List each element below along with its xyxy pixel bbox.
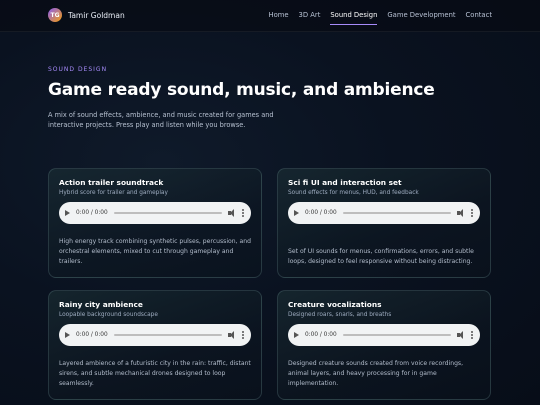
more-options-icon[interactable] <box>471 331 474 339</box>
play-icon[interactable] <box>65 210 70 216</box>
card-title: Action trailer soundtrack <box>59 178 164 187</box>
nav-game-development[interactable]: Game Development <box>387 11 455 25</box>
volume-icon[interactable] <box>228 331 236 339</box>
time-display: 0:00 / 0:00 <box>305 332 337 338</box>
card-subtitle: Loopable background soundscape <box>59 312 158 318</box>
card-subtitle: Sound effects for menus, HUD, and feedba… <box>288 190 419 196</box>
card-title: Sci fi UI and interaction set <box>288 178 402 187</box>
play-icon[interactable] <box>294 332 299 338</box>
main-nav: Home 3D Art Sound Design Game Developmen… <box>268 11 492 25</box>
brand-name: Tamir Goldman <box>68 10 125 20</box>
sound-card-action-trailer: Action trailer soundtrack Hybrid score f… <box>48 168 262 278</box>
time-display: 0:00 / 0:00 <box>76 332 108 338</box>
page-title: Game ready sound, music, and ambience <box>48 80 435 100</box>
more-options-icon[interactable] <box>471 209 474 217</box>
card-subtitle: Hybrid score for trailer and gameplay <box>59 190 168 196</box>
card-title: Rainy city ambience <box>59 300 143 309</box>
seek-bar[interactable] <box>342 334 451 336</box>
nav-contact[interactable]: Contact <box>466 11 492 25</box>
brand[interactable]: TG Tamir Goldman <box>48 8 125 22</box>
seek-bar[interactable] <box>113 334 222 336</box>
avatar: TG <box>48 8 62 22</box>
audio-player: 0:00 / 0:00 <box>288 202 480 224</box>
audio-player: 0:00 / 0:00 <box>59 324 251 346</box>
volume-icon[interactable] <box>457 209 465 217</box>
card-subtitle: Designed roars, snarls, and breaths <box>288 312 392 318</box>
sound-card-creature: Creature vocalizations Designed roars, s… <box>277 290 491 400</box>
card-description: Designed creature sounds created from vo… <box>288 360 464 387</box>
time-display: 0:00 / 0:00 <box>76 210 108 216</box>
section-eyebrow: SOUND DESIGN <box>48 66 108 73</box>
card-description: High energy track combining synthetic pu… <box>59 238 251 265</box>
card-title: Creature vocalizations <box>288 300 382 309</box>
volume-icon[interactable] <box>457 331 465 339</box>
play-icon[interactable] <box>294 210 299 216</box>
audio-player: 0:00 / 0:00 <box>288 324 480 346</box>
nav-sound-design[interactable]: Sound Design <box>330 11 378 25</box>
time-display: 0:00 / 0:00 <box>305 210 337 216</box>
seek-bar[interactable] <box>342 212 451 214</box>
play-icon[interactable] <box>65 332 70 338</box>
audio-player: 0:00 / 0:00 <box>59 202 251 224</box>
more-options-icon[interactable] <box>242 209 245 217</box>
top-navbar: TG Tamir Goldman Home 3D Art Sound Desig… <box>0 0 540 32</box>
sound-card-sci-fi-ui: Sci fi UI and interaction set Sound effe… <box>277 168 491 278</box>
seek-bar[interactable] <box>113 212 222 214</box>
volume-icon[interactable] <box>228 209 236 217</box>
intro-text: A mix of sound effects, ambience, and mu… <box>48 111 274 129</box>
card-description: Layered ambience of a futuristic city in… <box>59 360 251 387</box>
card-description: Set of UI sounds for menus, confirmation… <box>288 248 474 265</box>
more-options-icon[interactable] <box>242 331 245 339</box>
nav-3d-art[interactable]: 3D Art <box>299 11 321 25</box>
sound-card-rainy-city: Rainy city ambience Loopable background … <box>48 290 262 400</box>
nav-home[interactable]: Home <box>268 11 288 25</box>
